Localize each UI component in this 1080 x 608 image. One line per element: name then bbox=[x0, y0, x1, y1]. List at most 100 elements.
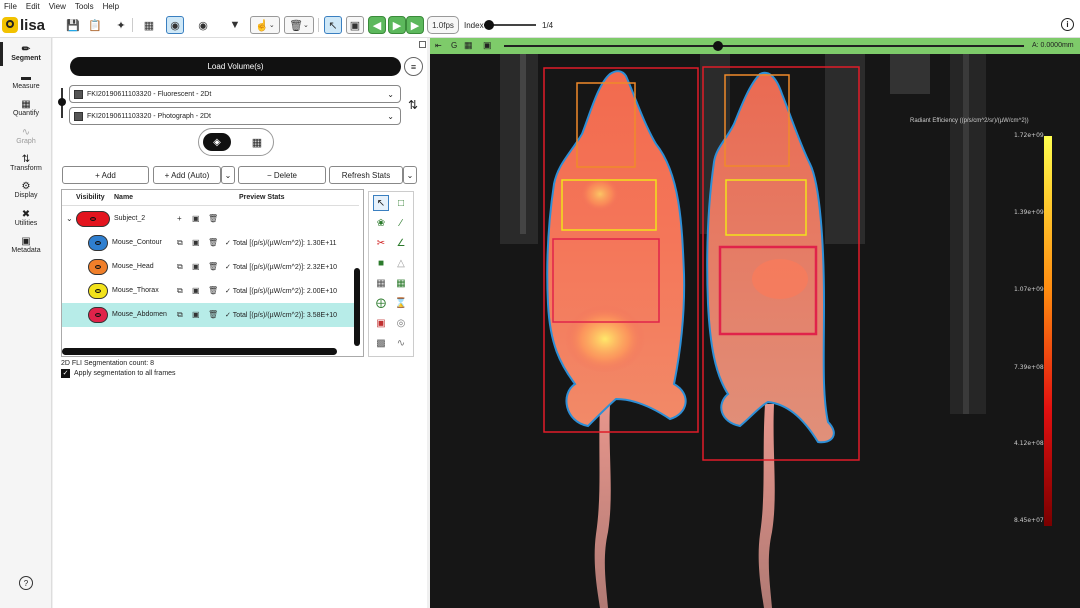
target-tool-icon[interactable]: ⨁ bbox=[373, 295, 389, 311]
trash-dropdown-button[interactable]: 🗑 ⌄ bbox=[284, 16, 314, 34]
pointer-dropdown-button[interactable]: ☝ ⌄ bbox=[250, 16, 280, 34]
menu-tools[interactable]: Tools bbox=[75, 2, 94, 11]
grid-tool-icon[interactable]: ▦ bbox=[373, 275, 389, 291]
lasso-tool-icon[interactable]: ❀ bbox=[373, 215, 389, 231]
play-icon[interactable]: ▶ bbox=[388, 16, 406, 34]
index-slider-handle[interactable] bbox=[484, 20, 494, 30]
save-as-icon[interactable]: 📋 bbox=[86, 16, 104, 34]
add-auto-label: + Add (Auto) bbox=[164, 170, 210, 180]
chevron-down-icon[interactable]: ⌄ bbox=[66, 214, 73, 223]
viewer-slider[interactable] bbox=[504, 41, 1024, 51]
wave-tool-icon[interactable]: ∿ bbox=[393, 335, 409, 351]
arrow-left-icon[interactable]: ⇤ bbox=[435, 41, 442, 50]
opacity-slider[interactable] bbox=[58, 88, 66, 118]
pixel-tool-icon[interactable]: ▣ bbox=[373, 315, 389, 331]
angle-tool-icon[interactable]: ∠ bbox=[393, 235, 409, 251]
hourglass-tool-icon[interactable]: ⌛ bbox=[393, 295, 409, 311]
circle-tool-icon[interactable]: ◎ bbox=[393, 315, 409, 331]
save-icon[interactable]: 💾 bbox=[64, 16, 82, 34]
trash-icon[interactable]: 🗑 bbox=[208, 262, 218, 271]
stop-icon[interactable]: ▣ bbox=[192, 214, 200, 223]
panel-float-icon[interactable] bbox=[419, 41, 426, 48]
image-viewer[interactable]: ⇤ G ▦ ▣ A: 0.0000mm Radiant Efficiency (… bbox=[430, 38, 1080, 608]
step-forward-icon[interactable]: ▶ bbox=[406, 16, 424, 34]
copy-icon[interactable]: ⧉ bbox=[177, 238, 183, 248]
mesh-tool-icon[interactable]: ▦ bbox=[393, 275, 409, 291]
grid-view-button[interactable]: ▦ bbox=[243, 133, 271, 151]
trash-icon[interactable]: 🗑 bbox=[208, 214, 218, 223]
layers-view-button[interactable]: ◈ bbox=[203, 133, 231, 151]
refresh-stats-button[interactable]: Refresh Stats bbox=[329, 166, 403, 184]
eye-icon[interactable] bbox=[88, 235, 108, 251]
image-tool-icon[interactable]: ▩ bbox=[373, 335, 389, 351]
step-back-icon[interactable]: ◀ bbox=[368, 16, 386, 34]
eye-icon[interactable] bbox=[76, 211, 110, 227]
fluorescent-volume-dropdown[interactable]: FKI20190611103320 - Fluorescent - 2Dt ⌄ bbox=[69, 85, 401, 103]
filter-icon[interactable]: ▼ bbox=[226, 16, 244, 34]
help-icon[interactable]: ? bbox=[19, 576, 33, 590]
stop-icon[interactable]: ▣ bbox=[192, 238, 200, 247]
copy-icon[interactable]: ⧉ bbox=[177, 262, 183, 272]
nav-measure[interactable]: ▬ Measure bbox=[0, 72, 52, 90]
fill-tool-icon[interactable]: ■ bbox=[373, 255, 389, 271]
table-row[interactable]: Mouse_Head ⧉ ▣ 🗑 ✓ Total [(p/s)/(µW/cm^2… bbox=[62, 255, 359, 279]
menu-file[interactable]: File bbox=[4, 2, 17, 11]
load-volume-button[interactable]: Load Volume(s) bbox=[70, 57, 401, 76]
copy-icon[interactable]: ⧉ bbox=[177, 286, 183, 296]
g-button[interactable]: G bbox=[451, 41, 457, 50]
table-row[interactable]: Mouse_Thorax ⧉ ▣ 🗑 ✓ Total [(p/s)/(µW/cm… bbox=[62, 279, 359, 303]
add-button[interactable]: + Add bbox=[62, 166, 149, 184]
swap-volumes-icon[interactable]: ⇅ bbox=[408, 98, 418, 112]
menu-edit[interactable]: Edit bbox=[26, 2, 40, 11]
select-tool-icon[interactable]: ↖ bbox=[373, 195, 389, 211]
index-slider[interactable] bbox=[484, 20, 536, 30]
menu-help[interactable]: Help bbox=[103, 2, 119, 11]
line-tool-icon[interactable]: ∕ bbox=[393, 215, 409, 231]
add-auto-button[interactable]: + Add (Auto) bbox=[153, 166, 221, 184]
refresh-stats-dropdown[interactable]: ⌄ bbox=[403, 166, 417, 184]
nav-utilities[interactable]: ✖ Utilities bbox=[0, 209, 52, 227]
settings-icon[interactable]: ≡ bbox=[404, 57, 423, 76]
apply-all-checkbox[interactable]: ✓ bbox=[61, 369, 70, 378]
viewer-slider-handle[interactable] bbox=[713, 41, 724, 51]
nav-transform[interactable]: ⇅ Transform bbox=[0, 154, 52, 172]
table-icon[interactable]: ▦ bbox=[140, 16, 158, 34]
chip-icon[interactable]: ▦ bbox=[464, 40, 473, 51]
delete-button[interactable]: − Delete bbox=[238, 166, 326, 184]
eye-icon[interactable] bbox=[88, 259, 108, 275]
stop-icon[interactable]: ▣ bbox=[192, 286, 200, 295]
nav-graph[interactable]: ∿ Graph bbox=[0, 127, 52, 145]
frame-icon[interactable]: ▣ bbox=[483, 40, 492, 51]
nav-metadata[interactable]: ▣ Metadata bbox=[0, 236, 52, 254]
nav-quantify[interactable]: ▦ Quantify bbox=[0, 99, 52, 117]
trash-icon[interactable]: 🗑 bbox=[208, 238, 218, 247]
table-row[interactable]: Mouse_Contour ⧉ ▣ 🗑 ✓ Total [(p/s)/(µW/c… bbox=[62, 231, 359, 255]
fps-button[interactable]: 1.0fps bbox=[427, 16, 459, 34]
nav-segment[interactable]: ✏ Segment bbox=[0, 44, 52, 62]
plus-icon[interactable]: + bbox=[177, 214, 182, 223]
camera-icon[interactable]: ◉ bbox=[194, 16, 212, 34]
mouse-overlay-icon[interactable]: ◉ bbox=[166, 16, 184, 34]
eye-icon[interactable] bbox=[88, 307, 108, 323]
copy-icon[interactable]: ⧉ bbox=[177, 310, 183, 320]
scissors-icon[interactable]: ✂ bbox=[373, 235, 389, 251]
trash-icon[interactable]: 🗑 bbox=[208, 286, 218, 295]
eye-icon[interactable] bbox=[88, 283, 108, 299]
horizontal-scrollbar[interactable] bbox=[62, 348, 337, 355]
nav-display[interactable]: ⚙ Display bbox=[0, 181, 52, 199]
info-icon[interactable]: i bbox=[1061, 18, 1074, 31]
stop-icon[interactable]: ▣ bbox=[192, 310, 200, 319]
trash-icon[interactable]: 🗑 bbox=[208, 310, 218, 319]
vertical-scrollbar[interactable] bbox=[354, 268, 360, 346]
subject-row[interactable]: ⌄ Subject_2 + ▣ 🗑 bbox=[62, 207, 359, 231]
rectangle-tool-icon[interactable]: □ bbox=[393, 195, 409, 211]
erase-tool-icon[interactable]: △ bbox=[393, 255, 409, 271]
cursor-icon[interactable]: ↖ bbox=[324, 16, 342, 34]
crop-icon[interactable]: ▣ bbox=[346, 16, 364, 34]
menu-view[interactable]: View bbox=[49, 2, 66, 11]
add-auto-dropdown[interactable]: ⌄ bbox=[221, 166, 235, 184]
photograph-volume-dropdown[interactable]: FKI20190611103320 - Photograph - 2Dt ⌄ bbox=[69, 107, 401, 125]
stop-icon[interactable]: ▣ bbox=[192, 262, 200, 271]
magic-wand-icon[interactable]: ✦ bbox=[112, 16, 130, 34]
table-row[interactable]: Mouse_Abdomen ⧉ ▣ 🗑 ✓ Total [(p/s)/(µW/c… bbox=[62, 303, 359, 327]
